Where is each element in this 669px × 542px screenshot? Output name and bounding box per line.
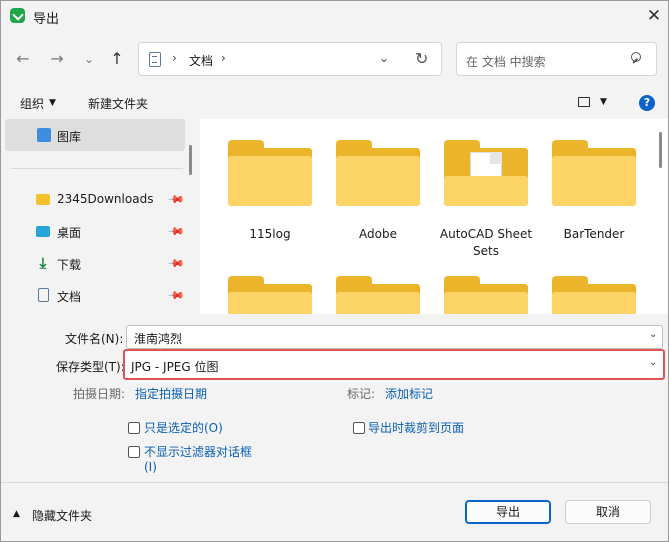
sidebar-item-2345downloads[interactable]: 2345Downloads: [57, 192, 153, 206]
sidebar-item-documents[interactable]: 文档: [57, 288, 81, 305]
export-button[interactable]: 导出: [465, 500, 551, 524]
folder-icon: [552, 276, 636, 314]
pin-icon[interactable]: 📌: [166, 254, 185, 273]
folder-icon: [228, 276, 312, 314]
folder-name-line1: AutoCAD Sheet: [439, 227, 533, 241]
no-filter-dialog-label[interactable]: 不显示过滤器对话框: [144, 443, 252, 460]
filename-label: 文件名(N):: [65, 332, 124, 346]
no-filter-dialog-checkbox[interactable]: [128, 446, 140, 458]
search-icon: [631, 52, 641, 62]
export-dialog: 导出 ✕ ← → ⌄ ↑ › 文档 › ⌄ ↻ 在 文档 中搜索 组织 ▼ 新建…: [0, 0, 669, 542]
folder-icon: [336, 276, 420, 314]
save-type-select[interactable]: JPG - JPEG 位图 ⌄: [123, 349, 665, 380]
sidebar-item-downloads[interactable]: 下载: [57, 256, 81, 273]
document-icon: [149, 52, 161, 67]
search-input[interactable]: 在 文档 中搜索: [466, 53, 546, 70]
forward-arrow-icon[interactable]: →: [46, 46, 68, 72]
hide-folders-button[interactable]: 隐藏文件夹: [32, 507, 92, 524]
save-type-value[interactable]: JPG - JPEG 位图: [131, 358, 219, 375]
nav-pane-scrollbar[interactable]: [189, 145, 192, 175]
navigation-pane: 图库 2345Downloads 📌 桌面 📌 ⤓ 下载 📌 文档 📌: [3, 117, 200, 314]
dialog-title: 导出: [33, 12, 60, 27]
address-bar[interactable]: › 文档 › ⌄ ↻: [138, 42, 442, 76]
breadcrumb-separator-icon[interactable]: ›: [221, 51, 226, 65]
cancel-button[interactable]: 取消: [565, 500, 651, 524]
back-arrow-icon[interactable]: ←: [12, 46, 34, 72]
up-arrow-icon[interactable]: ↑: [106, 46, 128, 72]
gallery-icon: [37, 128, 51, 142]
folder-name-line2: Sets: [473, 244, 499, 258]
folder-icon: [552, 140, 636, 206]
view-options-caret-icon[interactable]: ▼: [600, 97, 607, 107]
folder-icon: [336, 140, 420, 206]
pin-icon[interactable]: 📌: [166, 222, 185, 241]
pin-icon[interactable]: 📌: [166, 190, 185, 209]
new-folder-button[interactable]: 新建文件夹: [88, 95, 148, 112]
sidebar-item-desktop[interactable]: 桌面: [57, 224, 81, 241]
folder-name: Adobe: [359, 227, 397, 241]
folder-icon: [228, 140, 312, 206]
recent-locations-chevron-icon[interactable]: ⌄: [78, 46, 100, 72]
chevron-down-icon[interactable]: ⌄: [649, 357, 657, 368]
pin-icon[interactable]: 📌: [166, 286, 185, 305]
tag-label: 标记:: [347, 387, 376, 401]
filename-value[interactable]: 淮南鸿烈: [134, 330, 182, 347]
capture-date-link[interactable]: 指定拍摄日期: [135, 385, 207, 402]
download-icon: ⤓: [39, 254, 47, 272]
sidebar-item-label[interactable]: 图库: [57, 128, 81, 145]
folder-icon: [36, 194, 50, 205]
folder-icon: [444, 276, 528, 314]
folder-name: BarTender: [563, 227, 625, 241]
close-icon[interactable]: ✕: [643, 5, 665, 27]
file-list: 115log Adobe AutoCAD Sheet Sets BarTende…: [200, 119, 668, 314]
capture-date-label: 拍摄日期:: [73, 387, 126, 401]
view-layout-icon[interactable]: [578, 97, 590, 107]
add-tag-link[interactable]: 添加标记: [385, 385, 433, 402]
save-type-label: 保存类型(T):: [56, 360, 125, 374]
breadcrumb-separator-icon: ›: [172, 51, 177, 65]
desktop-icon: [36, 226, 50, 237]
folder-icon: [444, 140, 528, 206]
no-filter-dialog-shortcut[interactable]: (I): [144, 460, 157, 474]
organize-caret-icon: ▼: [49, 98, 56, 108]
filename-field[interactable]: 淮南鸿烈 ⌄: [126, 325, 663, 349]
crop-to-page-label[interactable]: 导出时裁剪到页面: [368, 419, 464, 436]
organize-button[interactable]: 组织: [20, 95, 44, 112]
refresh-icon[interactable]: ↻: [415, 49, 428, 68]
chevron-down-icon[interactable]: ⌄: [649, 329, 657, 340]
file-list-scrollbar[interactable]: [659, 132, 662, 168]
crop-to-page-checkbox[interactable]: [353, 422, 365, 434]
search-box[interactable]: 在 文档 中搜索: [456, 42, 657, 76]
breadcrumb-documents[interactable]: 文档: [189, 52, 213, 69]
chevron-up-icon[interactable]: ▲: [13, 509, 20, 519]
dialog-footer: ▲ 隐藏文件夹 导出 取消: [1, 482, 668, 541]
selected-only-label[interactable]: 只是选定的(O): [144, 419, 223, 436]
help-icon[interactable]: ?: [639, 95, 655, 111]
app-icon: [10, 8, 25, 23]
divider: [11, 168, 183, 169]
folder-name: 115log: [249, 227, 291, 241]
address-dropdown-icon[interactable]: ⌄: [379, 51, 389, 65]
title-bar: 导出 ✕: [1, 1, 668, 31]
sidebar-item-gallery[interactable]: [5, 119, 185, 151]
selected-only-checkbox[interactable]: [128, 422, 140, 434]
document-icon: [38, 288, 49, 302]
